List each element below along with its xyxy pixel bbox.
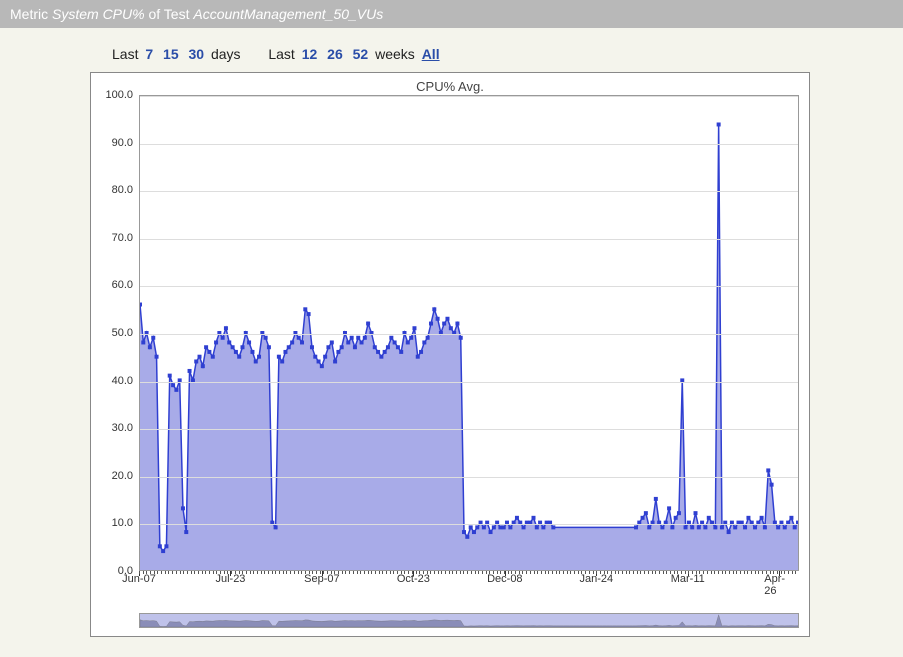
x-tick-label: Apr-26	[764, 573, 794, 597]
range-days-30[interactable]: 30	[189, 46, 205, 62]
range-last-label-weeks: Last	[268, 46, 294, 62]
header-test: AccountManagement_50_VUs	[193, 6, 383, 22]
chart-overview-strip[interactable]	[139, 613, 799, 628]
range-days-15[interactable]: 15	[163, 46, 179, 62]
y-tick-label: 40.0	[93, 375, 133, 387]
header-prefix: Metric	[10, 6, 52, 22]
y-tick-label: 90.0	[93, 137, 133, 149]
y-tick-label: 20.0	[93, 470, 133, 482]
header-metric: System CPU%	[52, 6, 145, 22]
chart-title: CPU% Avg.	[91, 73, 809, 94]
y-tick-label: 60.0	[93, 279, 133, 291]
y-tick-label: 80.0	[93, 184, 133, 196]
y-tick-label: 70.0	[93, 232, 133, 244]
x-minor-ticks	[139, 571, 799, 575]
range-days-7[interactable]: 7	[145, 46, 153, 62]
range-weeks-12[interactable]: 12	[302, 46, 318, 62]
y-tick-label: 100.0	[93, 89, 133, 101]
header-mid: of Test	[145, 6, 194, 22]
range-weeks-52[interactable]: 52	[353, 46, 369, 62]
page-title-bar: Metric System CPU% of Test AccountManage…	[0, 0, 903, 28]
y-tick-label: 10.0	[93, 517, 133, 529]
range-days-suffix: days	[211, 46, 241, 62]
range-last-label-days: Last	[112, 46, 138, 62]
chart-container: CPU% Avg. 0.010.020.030.040.050.060.070.…	[90, 72, 810, 637]
chart-plot-area[interactable]	[139, 95, 799, 571]
range-all[interactable]: All	[422, 46, 440, 62]
y-tick-label: 30.0	[93, 422, 133, 434]
range-weeks-26[interactable]: 26	[327, 46, 343, 62]
time-range-selector: Last 7 15 30 days Last 12 26 52 weeks Al…	[0, 28, 903, 72]
y-tick-label: 50.0	[93, 327, 133, 339]
range-weeks-suffix: weeks	[375, 46, 415, 62]
